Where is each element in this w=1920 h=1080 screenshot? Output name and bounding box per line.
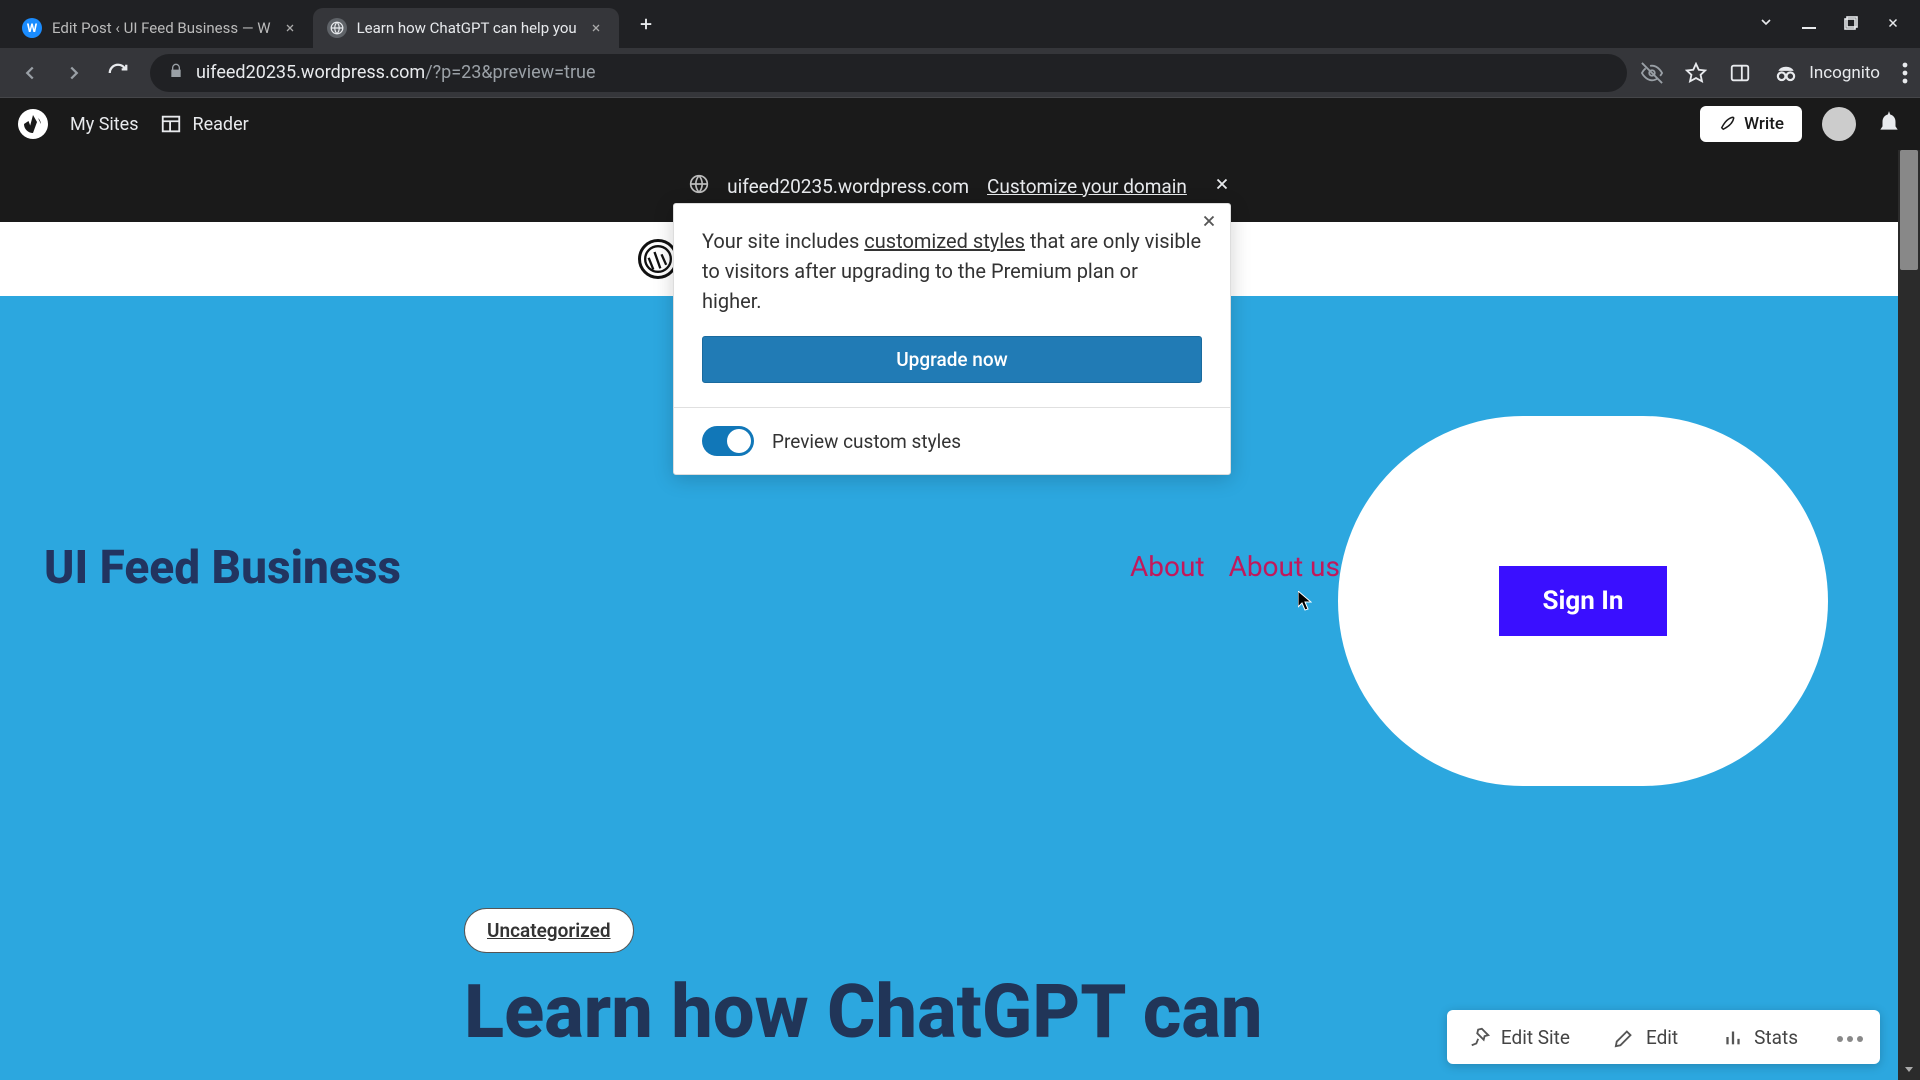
reader-link[interactable]: Reader	[160, 113, 248, 135]
close-icon[interactable]	[1886, 15, 1900, 34]
lock-icon	[168, 63, 184, 83]
browser-tab-inactive[interactable]: W Edit Post ‹ UI Feed Business — W	[8, 8, 313, 48]
window-controls	[1758, 14, 1912, 34]
nav-about[interactable]: About	[1130, 550, 1205, 583]
scrollbar-thumb[interactable]	[1900, 150, 1918, 270]
write-button[interactable]: Write	[1700, 106, 1802, 142]
kebab-menu-icon[interactable]	[1902, 62, 1908, 84]
site-nav: About About us	[1130, 550, 1340, 583]
domain-text: uifeed20235.wordpress.com	[727, 175, 969, 198]
more-icon[interactable]	[1820, 1028, 1880, 1047]
chevron-down-icon[interactable]	[1758, 14, 1774, 34]
wp-logo-icon[interactable]	[18, 109, 48, 139]
eye-off-icon[interactable]	[1641, 62, 1663, 84]
globe-icon	[689, 174, 709, 198]
close-icon[interactable]	[1200, 212, 1218, 234]
bookmark-star-icon[interactable]	[1685, 62, 1707, 84]
my-sites-link[interactable]: My Sites	[70, 114, 138, 135]
toggle-label: Preview custom styles	[772, 430, 961, 453]
wp-site-logo-icon[interactable]	[638, 239, 678, 279]
signin-button[interactable]: Sign In	[1499, 566, 1668, 636]
page-viewport: uifeed20235.wordpress.com Customize your…	[0, 150, 1920, 1080]
preview-styles-toggle[interactable]	[702, 426, 754, 456]
new-tab-button[interactable]	[629, 7, 663, 41]
browser-tab-active[interactable]: Learn how ChatGPT can help you	[313, 8, 619, 48]
globe-favicon	[327, 18, 347, 38]
mouse-cursor-icon	[1298, 591, 1312, 615]
reload-button[interactable]	[100, 55, 136, 91]
upgrade-now-button[interactable]: Upgrade now	[702, 336, 1202, 383]
stats-button[interactable]: Stats	[1700, 1010, 1820, 1064]
incognito-label: Incognito	[1809, 63, 1880, 83]
toggle-knob	[727, 429, 751, 453]
edit-button[interactable]: Edit	[1592, 1010, 1700, 1064]
browser-tab-strip: W Edit Post ‹ UI Feed Business — W Learn…	[0, 0, 1920, 48]
maximize-icon[interactable]	[1844, 15, 1858, 34]
close-icon[interactable]	[587, 19, 605, 37]
nav-about-us[interactable]: About us	[1229, 550, 1340, 583]
minimize-icon[interactable]	[1802, 15, 1816, 34]
panel-icon[interactable]	[1729, 62, 1751, 84]
customize-domain-link[interactable]: Customize your domain	[987, 175, 1187, 198]
browser-toolbar: uifeed20235.wordpress.com/?p=23&preview=…	[0, 48, 1920, 98]
popover-message: Your site includes customized styles tha…	[702, 226, 1202, 316]
avatar[interactable]	[1822, 107, 1856, 141]
upgrade-popover: Your site includes customized styles tha…	[673, 203, 1231, 475]
bottom-tools-bar: Edit Site Edit Stats	[1447, 1010, 1880, 1064]
tab-title: Edit Post ‹ UI Feed Business — W	[52, 19, 271, 37]
url-text: uifeed20235.wordpress.com/?p=23&preview=…	[196, 62, 596, 83]
incognito-indicator[interactable]: Incognito	[1773, 60, 1880, 86]
vertical-scrollbar[interactable]	[1898, 150, 1920, 1080]
edit-site-button[interactable]: Edit Site	[1447, 1010, 1592, 1064]
tab-title: Learn how ChatGPT can help you	[357, 19, 577, 37]
scroll-down-icon[interactable]	[1898, 1058, 1920, 1080]
notification-icon[interactable]	[1876, 109, 1902, 139]
wp-favicon: W	[22, 18, 42, 38]
signin-bubble: Sign In	[1338, 416, 1828, 786]
address-bar[interactable]: uifeed20235.wordpress.com/?p=23&preview=…	[150, 54, 1627, 92]
back-button[interactable]	[12, 55, 48, 91]
close-icon[interactable]	[281, 19, 299, 37]
wp-admin-bar: My Sites Reader Write	[0, 98, 1920, 150]
customized-styles-link[interactable]: customized styles	[864, 229, 1025, 253]
forward-button[interactable]	[56, 55, 92, 91]
category-pill[interactable]: Uncategorized	[464, 908, 634, 953]
close-icon[interactable]	[1213, 175, 1231, 197]
post-heading: Learn how ChatGPT can	[464, 976, 1262, 1050]
